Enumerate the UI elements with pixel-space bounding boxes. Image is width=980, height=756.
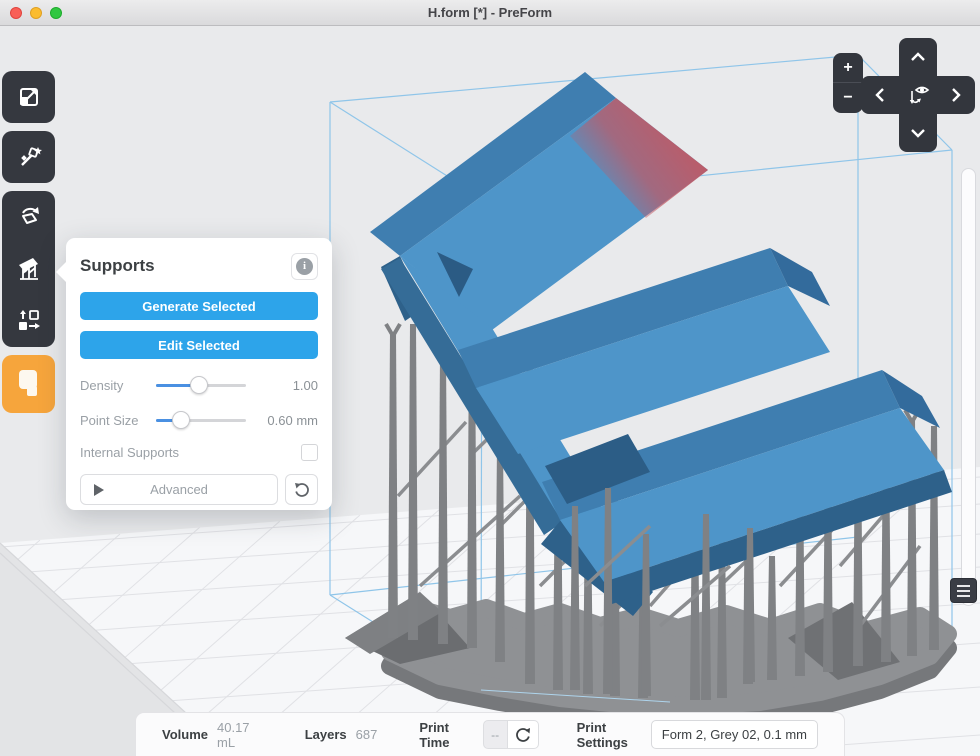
zoom-in-button[interactable]: +	[833, 53, 863, 83]
zoom-out-button[interactable]: −	[833, 83, 863, 113]
layer-slider-track[interactable]	[961, 168, 976, 606]
layers-value: 687	[356, 727, 378, 742]
supports-tool-button[interactable]	[2, 243, 55, 295]
print-settings-selector[interactable]: Form 2, Grey 02, 0.1 mm	[651, 720, 818, 749]
orbit-eye-icon	[906, 83, 930, 107]
window-title: H.form [*] - PreForm	[428, 5, 552, 20]
pan-left-button[interactable]	[861, 76, 899, 114]
zoom-control: + −	[833, 53, 863, 113]
reset-icon	[294, 482, 310, 498]
minimize-window-button[interactable]	[30, 7, 42, 19]
print-time-value: --	[483, 720, 508, 749]
expand-play-icon	[93, 484, 104, 496]
density-label: Density	[80, 378, 156, 393]
internal-supports-label: Internal Supports	[80, 445, 179, 460]
layout-tool-button[interactable]	[2, 295, 55, 347]
volume-label: Volume	[162, 727, 208, 742]
refresh-print-time-button[interactable]	[508, 720, 539, 749]
advanced-label: Advanced	[150, 482, 208, 497]
window-titlebar: H.form [*] - PreForm	[0, 0, 980, 26]
internal-supports-checkbox[interactable]	[301, 444, 318, 461]
advanced-button[interactable]: Advanced	[80, 474, 278, 505]
rotate-icon	[15, 203, 43, 231]
view-dpad	[861, 38, 975, 152]
generate-selected-button[interactable]: Generate Selected	[80, 292, 318, 320]
reset-button[interactable]	[285, 474, 318, 505]
layers-label: Layers	[305, 727, 347, 742]
density-slider[interactable]	[156, 384, 246, 387]
print-button[interactable]	[2, 355, 55, 413]
magic-wand-icon	[16, 144, 42, 170]
chevron-left-icon	[875, 87, 885, 103]
info-icon: i	[296, 258, 313, 275]
internal-supports-row: Internal Supports	[80, 444, 318, 461]
supports-panel: Supports i Generate Selected Edit Select…	[66, 238, 332, 510]
info-button[interactable]: i	[291, 253, 318, 280]
layer-slider-handle[interactable]	[950, 578, 977, 603]
edit-selected-button[interactable]: Edit Selected	[80, 331, 318, 359]
panel-title: Supports	[80, 256, 155, 276]
print-time-label: Print Time	[419, 720, 472, 750]
3d-viewport[interactable]: Supports i Generate Selected Edit Select…	[0, 26, 980, 756]
chevron-down-icon	[910, 128, 926, 138]
chevron-right-icon	[951, 87, 961, 103]
close-window-button[interactable]	[10, 7, 22, 19]
tool-group	[2, 191, 55, 347]
scale-tool-button[interactable]	[2, 71, 55, 123]
orbit-view-button[interactable]	[899, 76, 937, 114]
point-size-slider-handle[interactable]	[172, 411, 190, 429]
tool-sidebar	[2, 71, 58, 421]
chevron-up-icon	[910, 52, 926, 62]
refresh-icon	[515, 727, 531, 743]
density-value: 1.00	[246, 378, 318, 393]
pan-up-button[interactable]	[899, 38, 937, 76]
point-size-row: Point Size 0.60 mm	[80, 411, 318, 429]
cartridge-icon	[14, 367, 44, 401]
point-size-label: Point Size	[80, 413, 156, 428]
density-row: Density 1.00	[80, 376, 318, 394]
status-bar: Volume 40.17 mL Layers 687 Print Time --…	[135, 712, 845, 756]
panel-callout-arrow	[56, 261, 67, 283]
pan-right-button[interactable]	[937, 76, 975, 114]
print-settings-label: Print Settings	[577, 720, 641, 750]
point-size-value: 0.60 mm	[246, 413, 318, 428]
supports-icon	[15, 255, 43, 283]
scale-icon	[16, 84, 42, 110]
layout-icon	[16, 308, 42, 334]
pan-down-button[interactable]	[899, 114, 937, 152]
point-size-slider[interactable]	[156, 419, 246, 422]
zoom-window-button[interactable]	[50, 7, 62, 19]
density-slider-handle[interactable]	[190, 376, 208, 394]
volume-value: 40.17 mL	[217, 720, 263, 750]
orientation-tool-button[interactable]	[2, 191, 55, 243]
one-click-print-tool-button[interactable]	[2, 131, 55, 183]
